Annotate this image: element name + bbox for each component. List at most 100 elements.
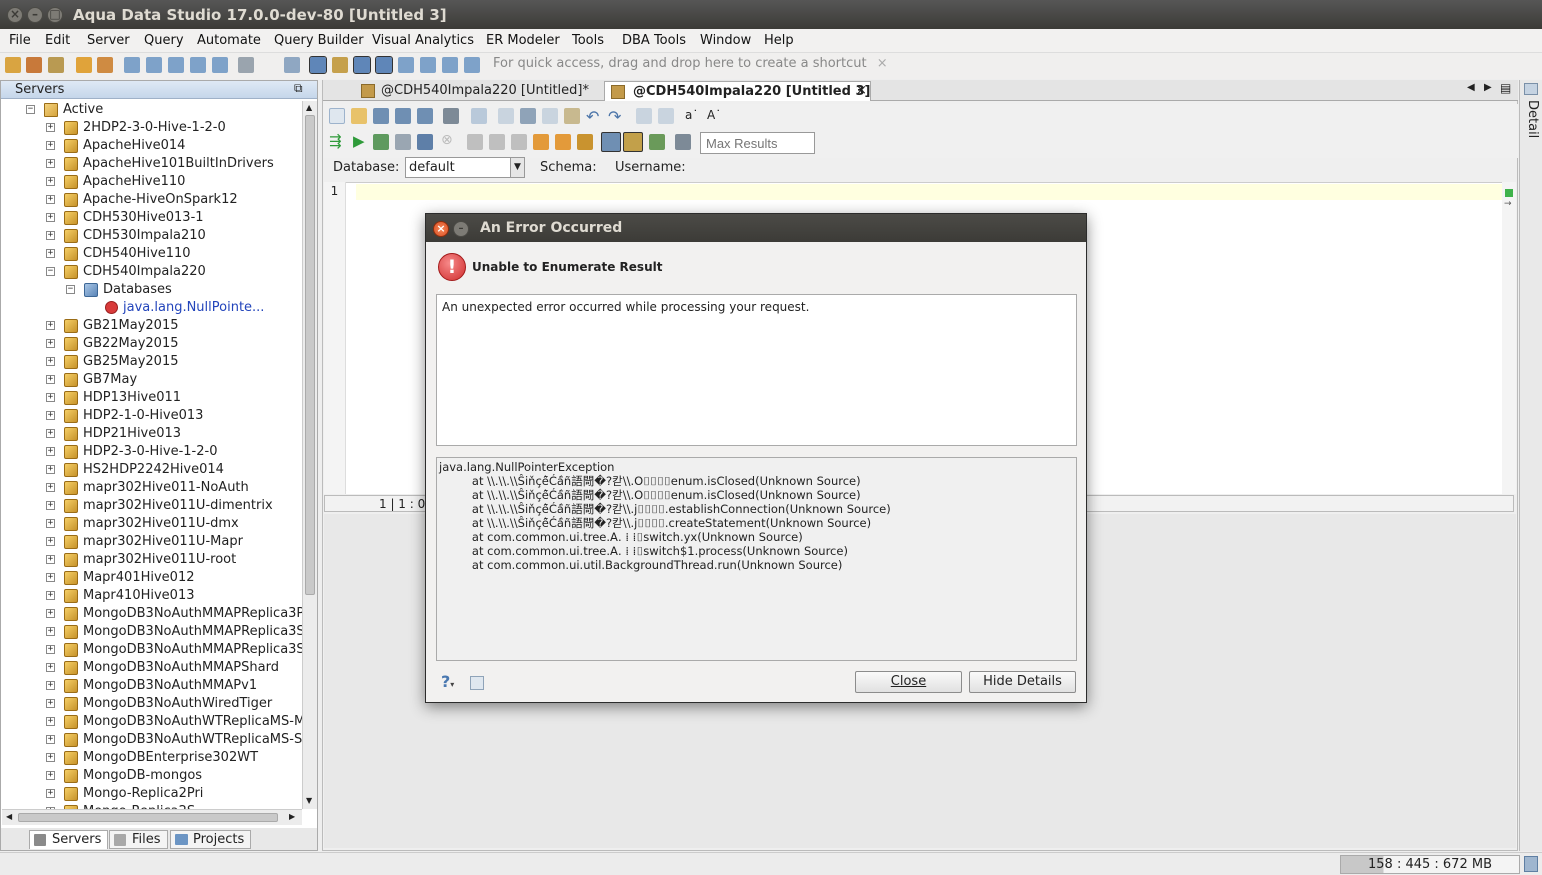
collapse-icon[interactable]: − <box>66 285 75 294</box>
tree-node-server[interactable]: + GB25May2015 <box>2 353 302 371</box>
expand-icon[interactable]: + <box>46 555 55 564</box>
connect-icon[interactable] <box>76 57 92 73</box>
menu-tools[interactable]: Tools <box>572 33 604 48</box>
tree-node-error[interactable]: java.lang.NullPointe... <box>2 299 302 317</box>
layout-icon[interactable] <box>332 57 348 73</box>
maximize-window-icon[interactable]: □ <box>47 7 63 23</box>
tree-node-server[interactable]: + HDP2-3-0-Hive-1-2-0 <box>2 443 302 461</box>
explain-icon[interactable] <box>395 134 411 150</box>
expand-icon[interactable]: + <box>46 357 55 366</box>
tab-projects[interactable]: Projects <box>170 830 252 849</box>
expand-icon[interactable]: + <box>46 681 55 690</box>
arrange-icon[interactable] <box>464 57 480 73</box>
menu-query-builder[interactable]: Query Builder <box>274 33 364 48</box>
tree-node-server[interactable]: + MongoDB3NoAuthMMAPReplica3Se <box>2 623 302 641</box>
schema-script-icon[interactable] <box>212 57 228 73</box>
open-icon[interactable] <box>351 108 367 124</box>
lowercase-icon[interactable]: a˙ <box>685 108 698 122</box>
variables-icon[interactable] <box>555 134 571 150</box>
expand-icon[interactable]: + <box>46 483 55 492</box>
expand-icon[interactable]: + <box>46 735 55 744</box>
stack-trace-box[interactable]: java.lang.NullPointerException at \\.\\.… <box>436 457 1077 661</box>
results-grid-icon[interactable] <box>601 132 621 152</box>
commit-icon[interactable] <box>467 134 483 150</box>
tree-node-server[interactable]: + ApacheHive014 <box>2 137 302 155</box>
scroll-left-icon[interactable]: ◀ <box>6 812 12 821</box>
memory-indicator[interactable]: 158 : 445 : 672 MB <box>1340 855 1520 874</box>
expand-icon[interactable]: + <box>46 375 55 384</box>
tree-vertical-scrollbar[interactable]: ▲ ▼ <box>302 101 317 809</box>
hide-details-button[interactable]: Hide Details <box>969 671 1076 693</box>
tree-node-server[interactable]: + CDH530Hive013-1 <box>2 209 302 227</box>
new-server-icon[interactable] <box>5 57 21 73</box>
tree-node-server[interactable]: + ApacheHive101BuiltInDrivers <box>2 155 302 173</box>
expand-icon[interactable]: + <box>46 231 55 240</box>
garbage-collect-icon[interactable] <box>1524 856 1538 872</box>
parameters-icon[interactable] <box>533 134 549 150</box>
save-icon[interactable] <box>373 108 389 124</box>
undo-icon[interactable]: ↶ <box>586 107 599 126</box>
script-icon[interactable] <box>577 134 593 150</box>
expand-icon[interactable]: + <box>46 177 55 186</box>
tree-node-server[interactable]: + MongoDB3NoAuthWTReplicaMS-Mas <box>2 713 302 731</box>
tree-node-server[interactable]: + MongoDB3NoAuthMMAPReplica3Se <box>2 641 302 659</box>
scroll-down-icon[interactable]: ▼ <box>306 796 312 805</box>
tree-node-server[interactable]: + mapr302Hive011U-dmx <box>2 515 302 533</box>
tree-node-server[interactable]: + MongoDB3NoAuthWTReplicaMS-Slav <box>2 731 302 749</box>
restore-panel-icon[interactable]: ⧉ <box>294 81 303 96</box>
expand-icon[interactable]: + <box>46 519 55 528</box>
compare-icon[interactable] <box>190 57 206 73</box>
expand-icon[interactable]: + <box>46 141 55 150</box>
new-icon[interactable] <box>329 108 345 124</box>
results-text-icon[interactable] <box>623 132 643 152</box>
tree-node-server[interactable]: − CDH540Impala220 <box>2 263 302 281</box>
tab-untitled-3[interactable]: @CDH540Impala220 [Untitled 3] × <box>604 81 871 101</box>
expand-icon[interactable]: + <box>46 771 55 780</box>
stop-icon[interactable]: ⊗ <box>441 132 453 148</box>
tree-node-databases[interactable]: − Databases <box>2 281 302 299</box>
max-results-input[interactable] <box>700 132 815 154</box>
tree-node-server[interactable]: + MongoDB3NoAuthMMAPShard <box>2 659 302 677</box>
execute-current-icon[interactable] <box>373 134 389 150</box>
menu-automate[interactable]: Automate <box>197 33 261 48</box>
copy-to-clipboard-icon[interactable] <box>470 676 484 690</box>
close-window-icon[interactable]: × <box>7 7 23 23</box>
tab-scroll-left-icon[interactable]: ◀ <box>1467 82 1475 93</box>
query-builder-icon[interactable] <box>168 57 184 73</box>
close-button[interactable]: Close <box>855 671 962 693</box>
expand-icon[interactable]: + <box>46 699 55 708</box>
tree-node-server[interactable]: + HDP21Hive013 <box>2 425 302 443</box>
server-properties-icon[interactable] <box>48 57 64 73</box>
table-view-icon[interactable] <box>375 56 393 74</box>
tree-node-server[interactable]: + HDP13Hive011 <box>2 389 302 407</box>
tree-node-server[interactable]: + MongoDB3NoAuthMMAPv1 <box>2 677 302 695</box>
collapse-icon[interactable]: − <box>46 267 55 276</box>
menu-dba-tools[interactable]: DBA Tools <box>622 33 686 48</box>
expand-icon[interactable]: + <box>46 393 55 402</box>
execute-icon[interactable]: ▶ <box>353 132 365 150</box>
window-layout-icon[interactable] <box>353 56 371 74</box>
tab-untitled[interactable]: @CDH540Impala220 [Untitled]* × <box>353 81 623 101</box>
tree-node-server[interactable]: + mapr302Hive011U-Mapr <box>2 533 302 551</box>
expand-icon[interactable]: + <box>46 591 55 600</box>
replace-icon[interactable] <box>658 108 674 124</box>
menu-query[interactable]: Query <box>144 33 184 48</box>
expand-icon[interactable]: + <box>46 159 55 168</box>
select-icon[interactable] <box>498 108 514 124</box>
rollback-icon[interactable] <box>489 134 505 150</box>
expand-icon[interactable]: + <box>46 123 55 132</box>
menu-edit[interactable]: Edit <box>45 33 70 48</box>
expand-icon[interactable]: + <box>46 717 55 726</box>
expand-icon[interactable]: + <box>46 753 55 762</box>
expand-icon[interactable]: + <box>46 429 55 438</box>
history-icon[interactable] <box>675 134 691 150</box>
history-icon[interactable] <box>284 57 300 73</box>
find-icon[interactable] <box>636 108 652 124</box>
query-analyzer-icon[interactable] <box>146 57 162 73</box>
copy-icon[interactable] <box>542 108 558 124</box>
split-icon[interactable] <box>442 57 458 73</box>
format-icon[interactable] <box>471 108 487 124</box>
results-chart-icon[interactable] <box>649 134 665 150</box>
quick-access-close-icon[interactable]: × <box>877 56 888 71</box>
dialog-close-icon[interactable]: × <box>433 221 449 237</box>
